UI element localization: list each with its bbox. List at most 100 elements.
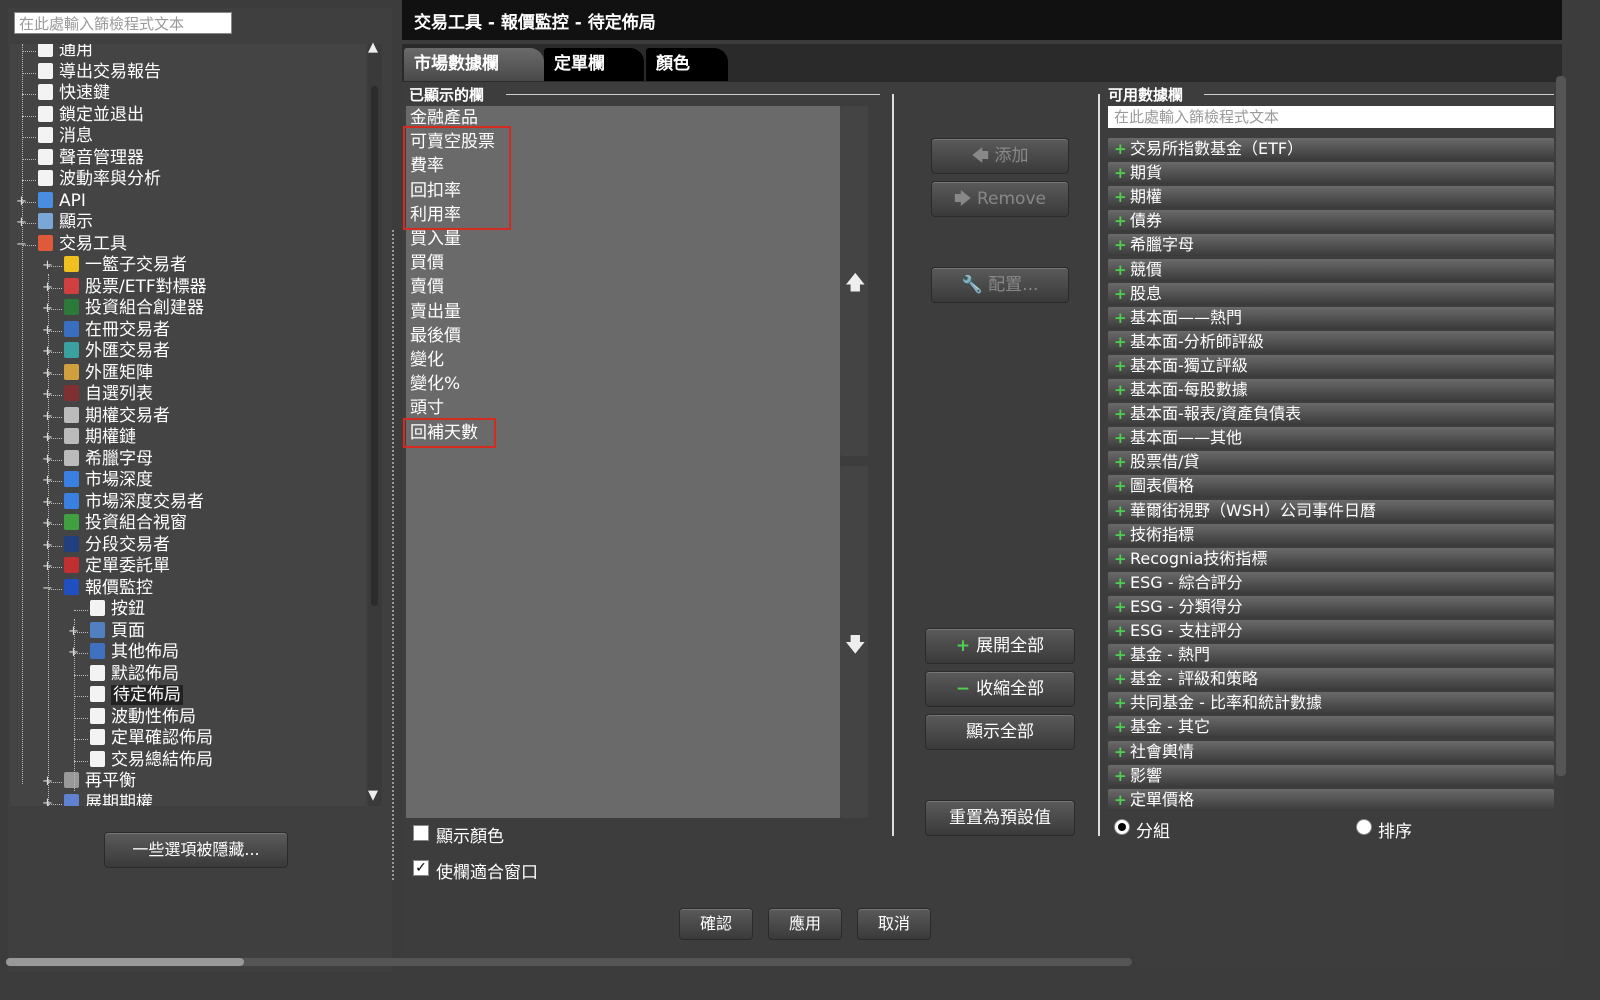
expand-plus-icon[interactable]: + (1114, 741, 1127, 763)
add-button[interactable]: 🡄 添加 (931, 138, 1069, 174)
available-column-group[interactable]: + 股票借/貸 (1108, 451, 1554, 474)
expand-plus-icon[interactable]: + (1114, 186, 1127, 208)
available-column-group[interactable]: + 股息 (1108, 282, 1554, 305)
tree-item[interactable]: 投資組合視窗 (64, 513, 187, 534)
scroll-up-icon[interactable]: ▲ (368, 40, 378, 55)
expand-plus-icon[interactable]: + (1114, 259, 1127, 281)
expand-plus-icon[interactable]: + (1114, 451, 1127, 473)
tree-item[interactable]: 其他佈局 (90, 642, 179, 663)
expand-plus-icon[interactable]: + (1114, 596, 1127, 618)
cancel-button[interactable]: 取消 (857, 908, 931, 940)
available-column-group[interactable]: + 基金 - 熱門 (1108, 644, 1554, 667)
available-column-group[interactable]: + 基本面——熱門 (1108, 306, 1554, 329)
expand-plus-icon[interactable]: + (1114, 789, 1127, 811)
tree-item[interactable]: 導出交易報告 (38, 62, 161, 83)
tree-item[interactable]: 分段交易者 (64, 535, 170, 556)
tree-item[interactable]: 外匯交易者 (64, 341, 170, 362)
expand-plus-icon[interactable]: + (1114, 403, 1127, 425)
horizontal-scrollbar-thumb[interactable] (6, 958, 244, 966)
expand-plus-icon[interactable]: + (1114, 162, 1127, 184)
shown-column-item[interactable]: 賣出量 (410, 300, 461, 324)
expand-plus-icon[interactable]: + (1114, 524, 1127, 546)
tree-item[interactable]: 波動率與分析 (38, 169, 161, 190)
remove-button[interactable]: 🡆 Remove (931, 181, 1069, 217)
available-column-group[interactable]: + 期貨 (1108, 162, 1554, 185)
tree-item[interactable]: 市場深度 (64, 470, 153, 491)
shown-column-item[interactable]: 賣價 (410, 275, 444, 299)
shown-column-item[interactable]: 買入量 (410, 227, 461, 251)
show-color-checkbox[interactable] (413, 825, 429, 841)
expand-plus-icon[interactable]: + (1114, 307, 1127, 329)
settings-filter-input[interactable]: 在此處輸入篩檢程式文本 (14, 12, 232, 34)
ok-button[interactable]: 確認 (679, 908, 753, 940)
expand-plus-icon[interactable]: + (1114, 668, 1127, 690)
expand-plus-icon[interactable]: + (1114, 210, 1127, 232)
available-column-group[interactable]: + 影響 (1108, 764, 1554, 787)
tree-scrollbar-thumb[interactable] (371, 86, 378, 606)
expand-plus-icon[interactable]: + (1114, 283, 1127, 305)
tree-item[interactable]: 待定佈局 (90, 685, 183, 706)
fit-window-checkbox[interactable]: ✓ (413, 860, 429, 876)
shown-column-item[interactable]: 頭寸 (410, 396, 444, 420)
window-scrollbar[interactable] (1556, 76, 1566, 776)
expand-plus-icon[interactable]: + (1114, 234, 1127, 256)
tree-item[interactable]: 快速鍵 (38, 83, 110, 104)
tree-item[interactable]: 定單委託單 (64, 556, 170, 577)
configure-button[interactable]: 🔧 配置... (931, 267, 1069, 303)
tree-item[interactable]: 股票/ETF對標器 (64, 277, 207, 298)
tree-item[interactable]: 一籃子交易者 (64, 255, 187, 276)
expand-plus-icon[interactable]: + (1114, 331, 1127, 353)
shown-column-item[interactable]: 買價 (410, 251, 444, 275)
tab-market-data-columns[interactable]: 市場數據欄 (404, 48, 544, 81)
available-column-group[interactable]: + 技術指標 (1108, 523, 1554, 546)
tree-item[interactable]: 投資組合創建器 (64, 298, 204, 319)
expand-plus-icon[interactable]: + (1114, 379, 1127, 401)
show-all-button[interactable]: 顯示全部 (925, 714, 1075, 750)
available-column-group[interactable]: + 基本面-獨立評級 (1108, 354, 1554, 377)
available-column-group[interactable]: + 定單價格 (1108, 788, 1554, 811)
tree-item[interactable]: 定單確認佈局 (90, 728, 213, 749)
tree-item[interactable]: 顯示 (38, 212, 93, 233)
expand-plus-icon[interactable]: + (1114, 500, 1127, 522)
tree-item[interactable]: 自選列表 (64, 384, 153, 405)
tree-item[interactable]: 交易工具 (38, 234, 127, 255)
tree-item[interactable]: API (38, 191, 86, 212)
expand-plus-icon[interactable]: + (1114, 548, 1127, 570)
available-column-group[interactable]: + 期權 (1108, 186, 1554, 209)
expand-plus-icon[interactable]: + (1114, 138, 1127, 160)
tree-item[interactable]: 交易總結佈局 (90, 750, 213, 771)
expand-plus-icon[interactable]: + (1114, 620, 1127, 642)
expand-plus-icon[interactable]: + (1114, 692, 1127, 714)
available-column-group[interactable]: + 基本面-分析師評級 (1108, 330, 1554, 353)
shown-column-item[interactable]: 變化% (410, 372, 460, 396)
tree-item[interactable]: 通用 (38, 44, 93, 61)
available-column-group[interactable]: + ESG - 綜合評分 (1108, 571, 1554, 594)
expand-all-button[interactable]: + 展開全部 (925, 628, 1075, 664)
hidden-options-button[interactable]: 一些選項被隱藏... (104, 832, 288, 868)
available-column-group[interactable]: + ESG - 支柱評分 (1108, 620, 1554, 642)
apply-button[interactable]: 應用 (768, 908, 842, 940)
available-column-group[interactable]: + Recognia技術指標 (1108, 547, 1554, 570)
expand-icon[interactable]: + (42, 259, 53, 272)
tree-item[interactable]: 聲音管理器 (38, 148, 144, 169)
available-column-group[interactable]: + 基本面-報表/資產負債表 (1108, 403, 1554, 426)
available-column-group[interactable]: + 交易所指數基金（ETF） (1108, 138, 1554, 160)
shown-column-item[interactable]: 變化 (410, 348, 444, 372)
tree-item[interactable]: 波動性佈局 (90, 707, 196, 728)
tree-item[interactable]: 希臘字母 (64, 449, 153, 470)
expand-plus-icon[interactable]: + (1114, 644, 1127, 666)
tree-item[interactable]: 鎖定並退出 (38, 105, 144, 126)
available-column-group[interactable]: + 基金 - 評級和策略 (1108, 668, 1554, 691)
group-radio[interactable] (1114, 819, 1130, 835)
shown-column-item[interactable]: 最後價 (410, 324, 461, 348)
tree-item[interactable]: 默認佈局 (90, 664, 179, 685)
scroll-down-icon[interactable]: ▼ (368, 788, 378, 803)
available-column-group[interactable]: + 基本面-每股數據 (1108, 379, 1554, 401)
available-column-group[interactable]: + 基本面——其他 (1108, 427, 1554, 450)
available-column-group[interactable]: + 圖表價格 (1108, 475, 1554, 498)
expand-plus-icon[interactable]: + (1114, 355, 1127, 377)
reset-defaults-button[interactable]: 重置為預設值 (925, 800, 1075, 836)
tree-item[interactable]: 外匯矩陣 (64, 363, 153, 384)
expand-plus-icon[interactable]: + (1114, 572, 1127, 594)
tree-item[interactable]: 報價監控 (64, 578, 153, 599)
